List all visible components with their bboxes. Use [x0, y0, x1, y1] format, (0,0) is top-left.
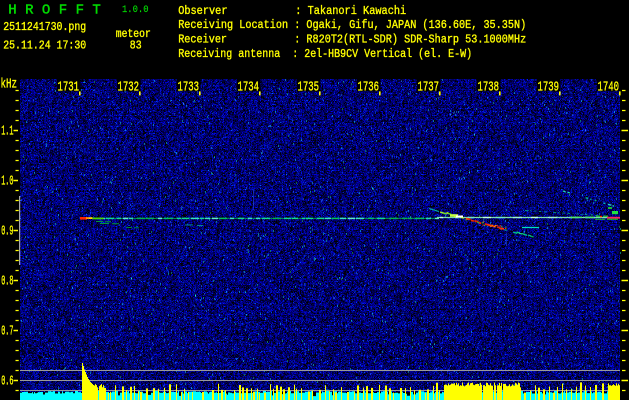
- svg-text:0.9: 0.9: [1, 224, 13, 239]
- svg-text:Receiver : R820T2(RT: Receiver : R820T2(RTL-SDR) SDR-Sharp 53.…: [178, 33, 526, 47]
- svg-text:1.1: 1.1: [1, 124, 13, 139]
- svg-text:1739: 1739: [538, 80, 560, 95]
- svg-text:1737: 1737: [418, 80, 440, 95]
- svg-text:1736: 1736: [358, 80, 380, 95]
- svg-text:1735: 1735: [298, 80, 320, 95]
- svg-text:kHz: kHz: [1, 77, 18, 92]
- svg-text:Observer : Takanori: Observer : Takanori Kawachi: [178, 4, 406, 18]
- svg-text:1738: 1738: [478, 80, 500, 95]
- svg-text:1.0.0: 1.0.0: [122, 4, 149, 16]
- svg-text:2511241730.png: 2511241730.png: [3, 20, 86, 34]
- svg-text:1734: 1734: [238, 80, 260, 95]
- svg-text:1733: 1733: [178, 80, 200, 95]
- svg-text:Receiving Location : Ogaki, Gi: Receiving Location : Ogaki, Gifu, JAPAN …: [178, 18, 526, 32]
- svg-text:0.6: 0.6: [1, 374, 13, 389]
- svg-text:83: 83: [130, 38, 142, 52]
- svg-text:25.11.24 17:30: 25.11.24 17:30: [3, 38, 86, 52]
- svg-text:H R O F F T: H R O F F T: [8, 3, 101, 19]
- svg-text:1732: 1732: [118, 80, 140, 95]
- svg-text:1.0: 1.0: [1, 174, 13, 189]
- svg-text:Receiving antenna : 2el-HB9CV: Receiving antenna : 2el-HB9CV Vertical (…: [178, 47, 472, 61]
- svg-text:1740: 1740: [598, 80, 620, 95]
- svg-text:0.8: 0.8: [1, 274, 13, 289]
- svg-text:1731: 1731: [58, 80, 80, 95]
- svg-text:0.7: 0.7: [1, 324, 13, 339]
